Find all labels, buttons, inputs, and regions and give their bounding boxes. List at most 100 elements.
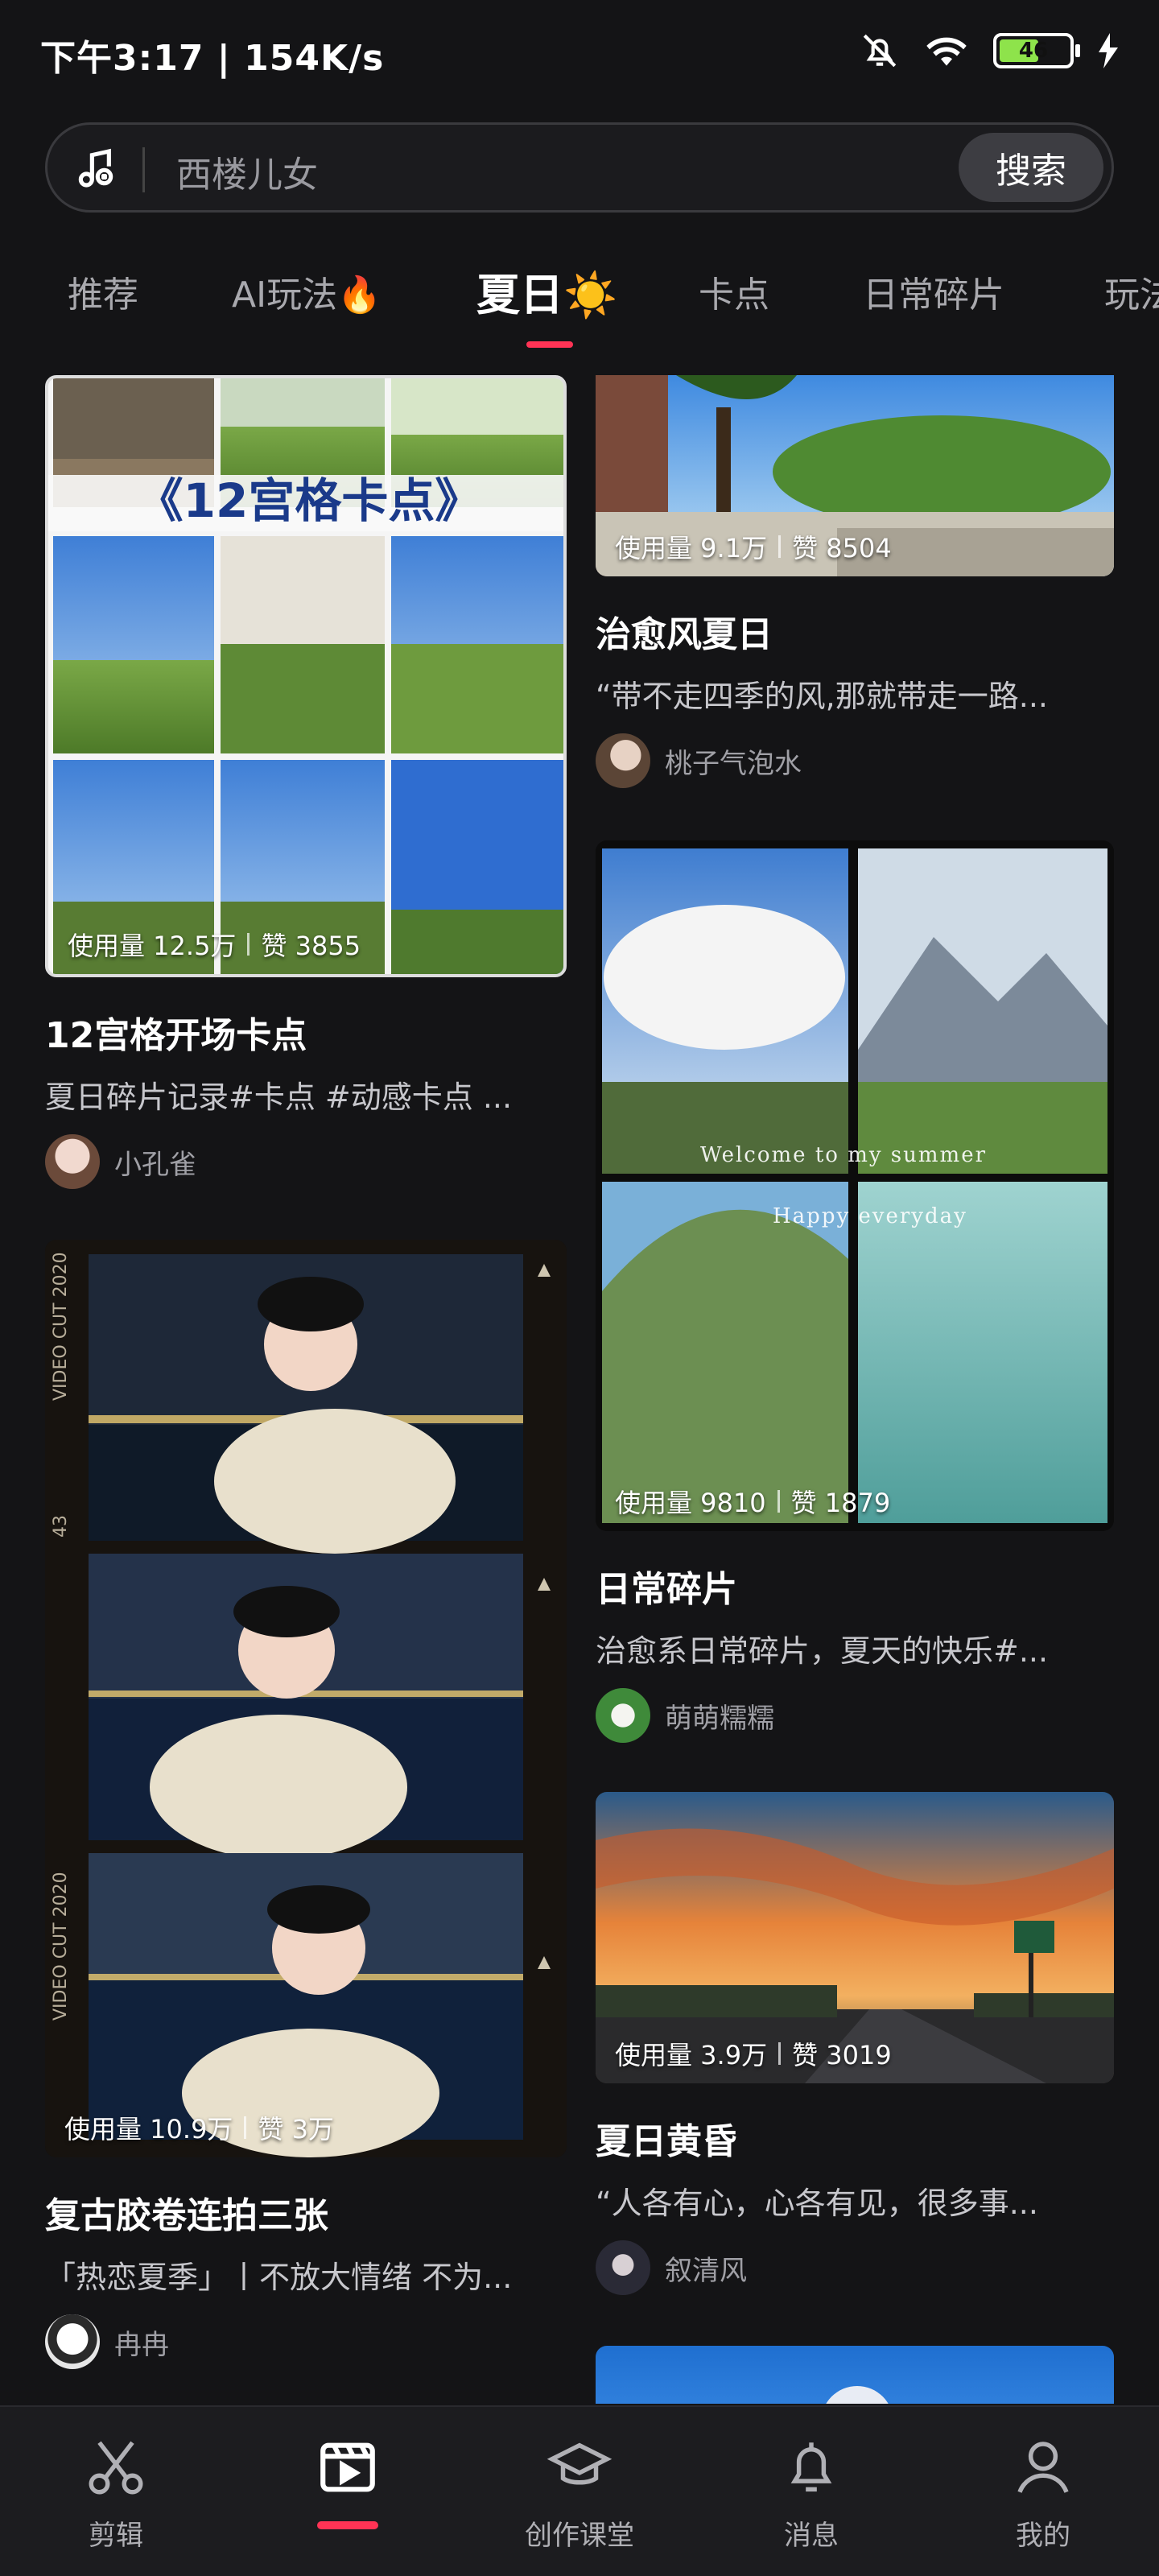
- card-author[interactable]: 叙清风: [596, 2240, 1114, 2295]
- battery-level: 46: [1018, 39, 1049, 63]
- author-name[interactable]: 桃子气泡水: [665, 741, 802, 781]
- avatar[interactable]: [45, 2314, 100, 2369]
- wifi-icon: [926, 37, 967, 66]
- status-bar: 下午3:17 | 154K/s 46: [0, 0, 1159, 105]
- card-stats: 使用量 9810 赞 1879: [615, 1483, 890, 1520]
- card-title[interactable]: 日常碎片: [596, 1560, 1114, 1612]
- template-card[interactable]: 《12宫格卡点》 使用量 12.5万 赞 3855 12宫格开场卡点 夏日碎片记…: [45, 375, 567, 1189]
- status-icons: 46: [860, 31, 1119, 71]
- nav-label: 创作课堂: [525, 2520, 634, 2552]
- avatar[interactable]: [45, 1134, 100, 1189]
- film-edge-text: VIDEO CUT 2020: [51, 1252, 71, 1401]
- card-description: 「热恋夏季」丨不放大情绪 不为...: [45, 2260, 513, 2295]
- card-description: “带不走四季的风,那就带走一路...: [596, 679, 1049, 714]
- status-time-speed: 下午3:17 | 154K/s: [40, 38, 385, 79]
- usage-count: 使用量 12.5万: [68, 931, 237, 961]
- graduation-cap-icon: [547, 2442, 612, 2485]
- card-thumbnail[interactable]: VIDEO CUT 2020 43 VIDEO CUT 2020 使用量 10.…: [45, 1240, 567, 2157]
- nav-label: 剪辑: [89, 2520, 143, 2552]
- card-author[interactable]: 桃子气泡水: [596, 733, 1114, 788]
- tab-gameplay[interactable]: 玩法: [1104, 266, 1159, 317]
- card-thumbnail-shape: [821, 2386, 893, 2404]
- card-thumbnail[interactable]: Welcome to my summer Happy everyday 使用量 …: [596, 840, 1114, 1531]
- usage-count: 使用量 9810: [615, 1488, 766, 1518]
- card-author[interactable]: 萌萌糯糯: [596, 1688, 1114, 1743]
- search-divider: [142, 147, 145, 192]
- author-name[interactable]: 冉冉: [114, 2322, 169, 2362]
- nav-label: 我的: [1016, 2520, 1070, 2552]
- usage-count: 使用量 10.9万: [64, 2114, 233, 2145]
- avatar[interactable]: [596, 2240, 650, 2295]
- template-card[interactable]: 使用量 3.9万 赞 3019 夏日黄昏 “人各有心，心各有见，很多事... 叙…: [596, 1792, 1114, 2295]
- card-stats: 使用量 10.9万 赞 3万: [64, 2109, 334, 2146]
- like-count: 赞 3万: [258, 2114, 334, 2145]
- card-description: 夏日碎片记录#卡点 #动感卡点 ...: [45, 1080, 513, 1115]
- tab-ai-play[interactable]: AI玩法🔥: [232, 266, 382, 317]
- film-edge-text: VIDEO CUT 2020: [51, 1872, 71, 2021]
- card-title[interactable]: 夏日黄昏: [596, 2112, 1114, 2164]
- card-description: 治愈系日常碎片，夏天的快乐#...: [596, 1633, 1049, 1669]
- grid-overlay-text: 《12宫格卡点》: [137, 473, 482, 528]
- four-grid-collage-image: [596, 840, 1114, 1531]
- scissors-icon: [89, 2441, 143, 2495]
- tab-summer[interactable]: 夏日☀️: [476, 259, 617, 323]
- template-card[interactable]: 使用量 9.1万 赞 8504 治愈风夏日 “带不走四季的风,那就带走一路...…: [596, 375, 1114, 788]
- author-name[interactable]: 萌萌糯糯: [665, 1696, 774, 1736]
- card-author[interactable]: 冉冉: [45, 2314, 567, 2369]
- nav-messages[interactable]: 消息: [731, 2434, 892, 2553]
- bell-muted-icon: [863, 34, 897, 68]
- card-stats: 使用量 12.5万 赞 3855: [68, 926, 361, 963]
- nav-label: 消息: [784, 2520, 839, 2552]
- bell-icon: [790, 2442, 832, 2492]
- like-count: 赞 3019: [792, 2040, 892, 2070]
- grid-collage-image: 《12宫格卡点》: [48, 378, 563, 974]
- template-feed: 《12宫格卡点》 使用量 12.5万 赞 3855 12宫格开场卡点 夏日碎片记…: [0, 375, 1159, 2404]
- usage-count: 使用量 9.1万: [615, 533, 768, 564]
- active-nav-indicator: [317, 2521, 378, 2529]
- card-title[interactable]: 复古胶卷连拍三张: [45, 2186, 567, 2238]
- category-tabs: 推荐 AI玩法🔥 夏日☀️ 卡点 日常碎片 玩法: [0, 258, 1159, 354]
- search-input[interactable]: 西楼儿女: [176, 146, 318, 197]
- template-card[interactable]: [596, 2346, 1114, 2404]
- card-thumbnail[interactable]: [596, 2346, 1114, 2404]
- card-stats: 使用量 9.1万 赞 8504: [615, 528, 892, 565]
- avatar[interactable]: [596, 1688, 650, 1743]
- card-title[interactable]: 12宫格开场卡点: [45, 1006, 567, 1058]
- like-count: 赞 8504: [792, 533, 892, 564]
- template-card[interactable]: Welcome to my summer Happy everyday 使用量 …: [596, 840, 1114, 1743]
- card-thumbnail[interactable]: 《12宫格卡点》 使用量 12.5万 赞 3855: [45, 375, 567, 977]
- search-bar[interactable]: 西楼儿女 搜索: [45, 122, 1114, 213]
- nav-edit[interactable]: 剪辑: [35, 2434, 196, 2553]
- battery-icon: 46: [993, 33, 1080, 68]
- usage-count: 使用量 3.9万: [615, 2040, 768, 2070]
- tab-beat[interactable]: 卡点: [699, 266, 769, 317]
- bottom-navigation: 剪辑 创作课堂 消息 我的: [0, 2405, 1159, 2576]
- film-edge-number: 43: [51, 1515, 71, 1538]
- card-title[interactable]: 治愈风夏日: [596, 605, 1114, 657]
- tab-daily-fragments[interactable]: 日常碎片: [863, 266, 1004, 317]
- active-tab-indicator: [526, 341, 573, 348]
- overlay-text-welcome: Welcome to my summer: [700, 1143, 988, 1167]
- card-description: “人各有心，心各有见，很多事...: [596, 2186, 1038, 2221]
- search-button[interactable]: 搜索: [959, 133, 1103, 202]
- card-author[interactable]: 小孔雀: [45, 1134, 567, 1189]
- author-name[interactable]: 小孔雀: [114, 1142, 196, 1182]
- tab-recommend[interactable]: 推荐: [68, 266, 138, 317]
- film-strip-image: VIDEO CUT 2020 43 VIDEO CUT 2020: [45, 1240, 567, 2157]
- nav-profile[interactable]: 我的: [963, 2434, 1124, 2553]
- card-thumbnail[interactable]: 使用量 9.1万 赞 8504: [596, 375, 1114, 576]
- music-note-icon[interactable]: [73, 146, 118, 191]
- card-stats: 使用量 3.9万 赞 3019: [615, 2035, 892, 2072]
- person-icon: [1017, 2442, 1069, 2493]
- like-count: 赞 1879: [790, 1488, 891, 1518]
- author-name[interactable]: 叙清风: [665, 2248, 747, 2288]
- charging-icon: [1099, 33, 1118, 68]
- nav-creator-class[interactable]: 创作课堂: [499, 2434, 660, 2553]
- overlay-text-happy: Happy everyday: [773, 1204, 967, 1228]
- card-thumbnail[interactable]: 使用量 3.9万 赞 3019: [596, 1792, 1114, 2083]
- template-clapper-icon: [320, 2442, 375, 2492]
- nav-templates[interactable]: [267, 2434, 428, 2529]
- like-count: 赞 3855: [261, 931, 361, 961]
- avatar[interactable]: [596, 733, 650, 788]
- template-card[interactable]: VIDEO CUT 2020 43 VIDEO CUT 2020 使用量 10.…: [45, 1240, 567, 2369]
